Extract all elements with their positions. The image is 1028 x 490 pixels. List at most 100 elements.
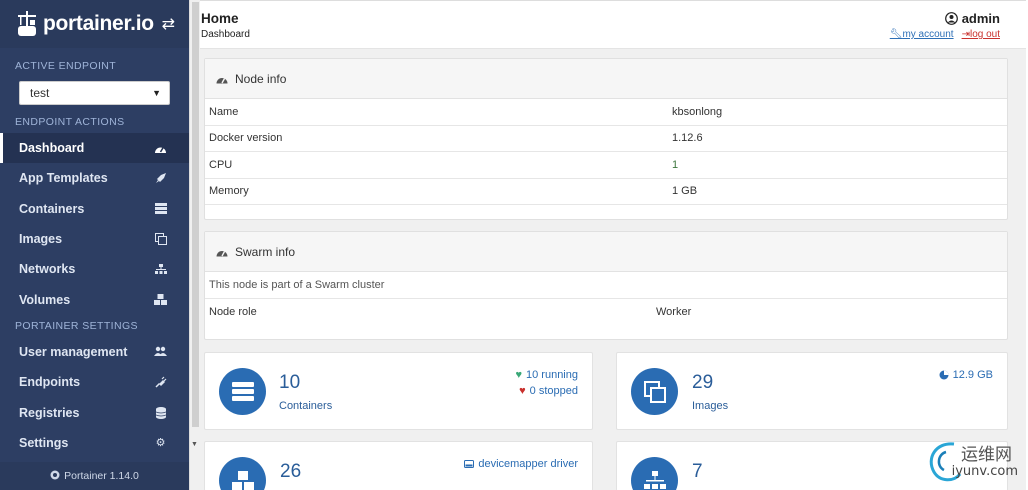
containers-count: 10 (279, 372, 301, 393)
cubes-icon (231, 470, 254, 490)
node-info-panel: Node info Name kbsonlong Docker version … (204, 58, 1008, 220)
table-row: Node role Worker (205, 299, 1007, 326)
containers-label: Containers (279, 400, 333, 412)
sidebar-item-settings[interactable]: Settings ⚙ (0, 428, 189, 458)
portainer-settings-heading: PORTAINER SETTINGS (15, 319, 138, 332)
username: admin (961, 11, 1000, 26)
sidebar-item-registries[interactable]: Registries (0, 397, 189, 427)
database-icon (154, 406, 167, 419)
swarm-note: This node is part of a Swarm cluster (205, 272, 1007, 299)
row-label: CPU (209, 158, 233, 171)
scrollbar[interactable]: ▼ (189, 0, 200, 490)
version-text: Portainer 1.14.0 (64, 470, 139, 482)
running-status: ♥ 10 running (515, 369, 578, 381)
sign-out-icon: ⇥ (961, 29, 970, 40)
images-label: Images (692, 400, 729, 412)
sidebar-item-label: Registries (19, 405, 80, 420)
images-card[interactable]: 29 Images 12.9 GB (616, 352, 1008, 430)
sidebar-item-label: Settings (19, 435, 69, 450)
row-value: 1 (672, 158, 679, 171)
watermark-text-url: iyunv.com (951, 464, 1018, 479)
sidebar-item-label: Images (19, 232, 63, 247)
row-label: Node role (209, 305, 257, 318)
heartbeat-icon: ♥ (519, 385, 526, 397)
active-endpoint-heading: ACTIVE ENDPOINT (15, 60, 117, 72)
images-count: 29 (692, 372, 714, 393)
tachometer-icon (216, 250, 228, 256)
row-label: Name (209, 105, 239, 118)
heartbeat-icon: ♥ (515, 369, 522, 381)
server-icon (154, 202, 167, 215)
swarm-info-title: Swarm info (235, 244, 296, 259)
sidebar-item-app-templates[interactable]: App Templates (0, 163, 189, 193)
sidebar-item-networks[interactable]: Networks (0, 254, 189, 284)
logo-text[interactable]: portainer.io (43, 12, 162, 36)
logo-bar: portainer.io ⇄ (0, 0, 189, 48)
row-value: kbsonlong (672, 105, 723, 118)
images-circle (631, 368, 678, 415)
my-account-link[interactable]: 🔧︎my account (890, 29, 954, 40)
rocket-icon (154, 172, 167, 185)
sidebar-item-containers[interactable]: Containers (0, 194, 189, 224)
topbar: Home Dashboard admin 🔧︎my account ⇥log o… (200, 1, 1026, 49)
sidebar-item-label: Dashboard (19, 141, 85, 156)
swap-icon[interactable]: ⇄ (162, 14, 175, 34)
caret-down-icon: ▼ (152, 88, 161, 98)
scroll-down-arrow-icon[interactable]: ▼ (191, 441, 198, 448)
clone-icon (643, 380, 666, 403)
server-icon (231, 381, 254, 401)
sidebar-item-user-management[interactable]: User management (0, 337, 189, 367)
table-row: CPU 1 (205, 152, 1007, 179)
pie-chart-icon (939, 370, 949, 380)
row-value: 1 GB (672, 185, 698, 198)
networks-circle (631, 457, 678, 490)
sidebar-item-label: App Templates (19, 171, 108, 186)
user-circle-icon (944, 12, 958, 25)
users-icon (154, 345, 167, 358)
cubes-icon (154, 293, 167, 306)
volumes-card[interactable]: 26 devicemapper driver (204, 441, 593, 490)
sidebar-item-volumes[interactable]: Volumes (0, 284, 189, 314)
scrollbar-thumb[interactable] (192, 2, 199, 427)
networks-count: 7 (692, 461, 703, 482)
containers-circle (219, 368, 266, 415)
swarm-info-header: Swarm info (205, 232, 1007, 272)
sidebar-item-dashboard[interactable]: Dashboard (0, 133, 189, 164)
main-content: Home Dashboard admin 🔧︎my account ⇥log o… (200, 0, 1026, 490)
sidebar: portainer.io ⇄ ACTIVE ENDPOINT test ▼ EN… (0, 0, 189, 490)
sidebar-item-label: Containers (19, 201, 85, 216)
row-label: Memory (209, 185, 249, 198)
log-out-link[interactable]: ⇥log out (962, 29, 1000, 40)
tachometer-icon (216, 77, 228, 83)
containers-card[interactable]: 10 Containers ♥ 10 running ♥ 0 stopped (204, 352, 593, 430)
table-row: Name kbsonlong (205, 99, 1007, 126)
volumes-count: 26 (280, 461, 302, 482)
swarm-info-panel: Swarm info This node is part of a Swarm … (204, 231, 1008, 340)
portainer-logo-icon (18, 11, 36, 36)
row-label: Docker version (209, 132, 283, 145)
images-size: 12.9 GB (939, 369, 993, 381)
endpoint-select-value: test (30, 86, 50, 100)
endpoint-select[interactable]: test ▼ (19, 81, 170, 105)
sidebar-item-label: Networks (19, 262, 76, 277)
wrench-icon: 🔧︎ (889, 29, 903, 40)
volume-driver: devicemapper driver (464, 458, 578, 470)
cogs-icon: ⚙ (155, 437, 166, 450)
node-info-header: Node info (205, 59, 1007, 99)
hdd-icon (464, 460, 475, 468)
account-links: 🔧︎my account ⇥log out (890, 29, 1000, 40)
sidebar-item-images[interactable]: Images (0, 224, 189, 254)
dashboard-icon (154, 142, 167, 155)
github-icon (50, 470, 60, 483)
sidebar-item-endpoints[interactable]: Endpoints (0, 367, 189, 397)
sitemap-icon (643, 470, 666, 489)
breadcrumb: Dashboard (201, 29, 250, 40)
sidebar-item-label: Volumes (19, 292, 71, 307)
plug-icon (154, 376, 167, 389)
table-row: Memory 1 GB (205, 179, 1007, 205)
volumes-circle (219, 457, 266, 490)
endpoint-actions-heading: ENDPOINT ACTIONS (15, 116, 125, 128)
page-title: Home (201, 11, 239, 26)
sitemap-icon (154, 263, 167, 276)
watermark: 运维网 iyunv.com (924, 436, 1024, 486)
